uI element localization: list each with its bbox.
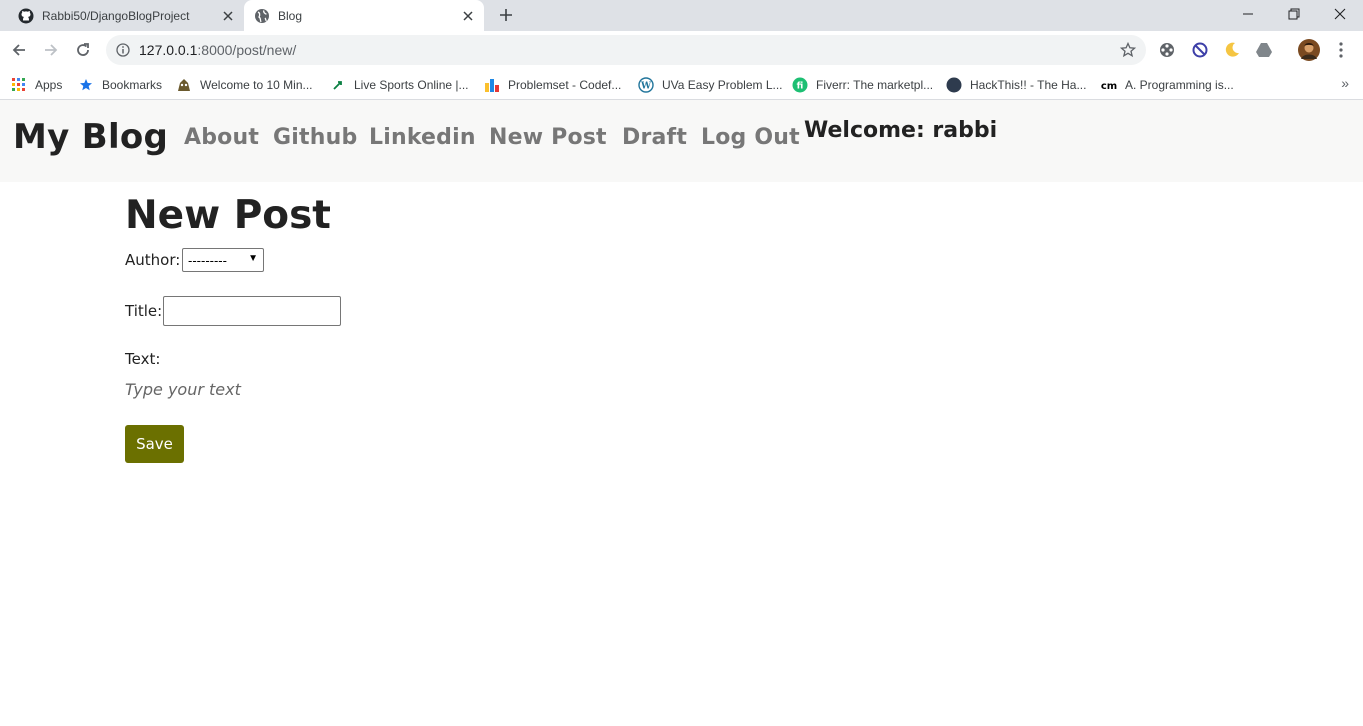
- address-bar[interactable]: 127.0.0.1:8000/post/new/: [106, 35, 1146, 65]
- save-button[interactable]: Save: [125, 425, 184, 463]
- page-title: New Post: [125, 193, 331, 238]
- star-icon: [78, 77, 94, 93]
- bookmark-label: Welcome to 10 Min...: [200, 78, 313, 92]
- info-icon[interactable]: [115, 42, 131, 58]
- site-navbar: My Blog About Github Linkedin New Post D…: [0, 100, 1363, 182]
- bookmarks-overflow-button[interactable]: »: [1341, 75, 1349, 91]
- bookmark-programming[interactable]: cm A. Programming is...: [1100, 74, 1234, 96]
- svg-text:cm: cm: [1101, 81, 1117, 91]
- bookmarks-bar: Apps Bookmarks Welcome to 10 Min... Live…: [0, 69, 1363, 100]
- nav-draft[interactable]: Draft: [622, 125, 687, 150]
- title-input[interactable]: [163, 296, 341, 326]
- apps-grid-icon: [11, 77, 27, 93]
- back-arrow-icon: [12, 44, 25, 56]
- url-text: 127.0.0.1:8000/post/new/: [139, 42, 1119, 58]
- extension-film-icon[interactable]: [1157, 40, 1177, 60]
- close-icon: [1334, 8, 1346, 20]
- nav-github[interactable]: Github: [273, 125, 357, 150]
- bookmark-live-sports[interactable]: Live Sports Online |...: [330, 74, 469, 96]
- bookmark-10min[interactable]: Welcome to 10 Min...: [176, 74, 313, 96]
- welcome-user-text: Welcome: rabbi: [804, 118, 998, 143]
- bookmark-favicon-icon: [330, 77, 346, 93]
- bookmark-bookmarks[interactable]: Bookmarks: [78, 74, 162, 96]
- tab-title: Rabbi50/DjangoBlogProject: [42, 8, 190, 23]
- nav-linkedin[interactable]: Linkedin: [369, 125, 476, 150]
- tab-strip: Rabbi50/DjangoBlogProject Blog: [0, 0, 1363, 31]
- svg-text:fi: fi: [797, 82, 804, 92]
- tab-title: Blog: [278, 8, 303, 23]
- restore-icon: [1288, 8, 1300, 20]
- tab-github[interactable]: Rabbi50/DjangoBlogProject: [8, 0, 244, 31]
- bookmark-favicon-icon: [946, 77, 962, 93]
- title-label: Title:: [125, 302, 163, 320]
- minimize-icon: [1243, 13, 1253, 15]
- bookmark-uva[interactable]: W UVa Easy Problem L...: [638, 74, 783, 96]
- author-label: Author:: [125, 251, 181, 269]
- url-path: :8000/post/new/: [197, 42, 297, 58]
- restore-button[interactable]: [1271, 0, 1317, 28]
- bookmark-label: Apps: [35, 78, 63, 92]
- reload-icon: [77, 43, 89, 56]
- plus-icon: [500, 9, 512, 21]
- forward-button[interactable]: [39, 38, 63, 62]
- cm-icon: cm: [1100, 77, 1118, 93]
- bookmark-label: A. Programming is...: [1125, 78, 1234, 92]
- author-select[interactable]: --------- ▼: [182, 248, 264, 272]
- wordpress-icon: W: [638, 77, 654, 93]
- close-icon[interactable]: [220, 8, 236, 24]
- bookmark-label: Bookmarks: [102, 78, 163, 92]
- menu-dots-icon[interactable]: [1331, 40, 1351, 60]
- extension-block-icon[interactable]: [1190, 40, 1210, 60]
- dropdown-arrow-icon: ▼: [248, 253, 258, 264]
- author-select-value: ---------: [188, 252, 227, 268]
- extension-moon-icon[interactable]: [1222, 40, 1242, 60]
- bookmark-label: Fiverr: The marketpl...: [816, 78, 934, 92]
- text-label: Text:: [125, 350, 161, 368]
- bookmark-favicon-icon: [176, 77, 192, 93]
- github-icon: [18, 8, 34, 24]
- codeforces-icon: [484, 77, 500, 93]
- fiverr-icon: fi: [792, 77, 808, 93]
- nav-new-post[interactable]: New Post: [489, 125, 607, 150]
- bookmark-hackthis[interactable]: HackThis!! - The Ha...: [946, 74, 1086, 96]
- new-tab-button[interactable]: [496, 5, 516, 25]
- forward-arrow-icon: [45, 44, 58, 56]
- svg-text:W: W: [640, 82, 652, 92]
- bookmark-label: HackThis!! - The Ha...: [970, 78, 1087, 92]
- bookmark-label: UVa Easy Problem L...: [662, 78, 783, 92]
- close-icon[interactable]: [460, 8, 476, 24]
- bookmark-fiverr[interactable]: fi Fiverr: The marketpl...: [792, 74, 933, 96]
- bookmark-star-icon[interactable]: [1119, 41, 1137, 59]
- globe-icon: [254, 8, 270, 24]
- bookmark-apps[interactable]: Apps: [11, 74, 62, 96]
- nav-log-out[interactable]: Log Out: [701, 125, 800, 150]
- tab-blog[interactable]: Blog: [244, 0, 484, 31]
- reload-button[interactable]: [71, 38, 95, 62]
- bookmark-label: Problemset - Codef...: [508, 78, 622, 92]
- minimize-button[interactable]: [1225, 0, 1271, 28]
- profile-avatar[interactable]: [1297, 38, 1321, 62]
- browser-toolbar: 127.0.0.1:8000/post/new/: [0, 31, 1363, 69]
- window-close-button[interactable]: [1317, 0, 1363, 28]
- avatar-icon: [1298, 39, 1320, 61]
- url-host: 127.0.0.1: [139, 42, 198, 58]
- bookmark-label: Live Sports Online |...: [354, 78, 469, 92]
- back-button[interactable]: [7, 38, 31, 62]
- bookmark-codeforces[interactable]: Problemset - Codef...: [484, 74, 621, 96]
- extension-drive-icon[interactable]: [1254, 40, 1274, 60]
- nav-about[interactable]: About: [184, 125, 259, 150]
- text-editor[interactable]: Type your text: [125, 380, 241, 399]
- brand-link[interactable]: My Blog: [13, 117, 168, 157]
